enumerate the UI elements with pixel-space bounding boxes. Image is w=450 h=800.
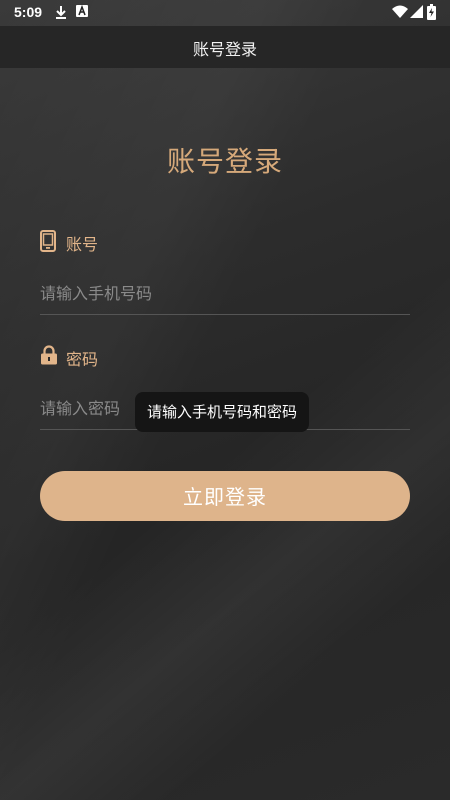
wifi-icon	[392, 5, 408, 23]
download-icon	[54, 5, 68, 23]
page-title: 账号登录	[166, 145, 283, 178]
battery-icon	[427, 4, 436, 24]
account-field	[40, 274, 410, 315]
signal-icon	[410, 5, 423, 23]
title-bar-title: 账号登录	[192, 40, 257, 59]
title-bar: 账号登录	[0, 26, 450, 68]
password-label-text: 密码	[66, 350, 99, 369]
a-icon	[76, 4, 88, 21]
lock-icon	[40, 345, 58, 369]
status-bar: 5:09	[0, 0, 450, 26]
account-input[interactable]	[40, 278, 400, 308]
toast-message: 请输入手机号码和密码	[135, 392, 310, 432]
phone-icon	[40, 230, 56, 256]
login-button[interactable]: 立即登录	[40, 471, 410, 521]
account-label-text: 账号	[66, 235, 99, 254]
status-time: 5:09	[14, 4, 43, 20]
login-screen: 5:09 账号登录 账号登录 账号 请输入手机号码 密码 立即登录 请输入手机号…	[0, 0, 450, 800]
